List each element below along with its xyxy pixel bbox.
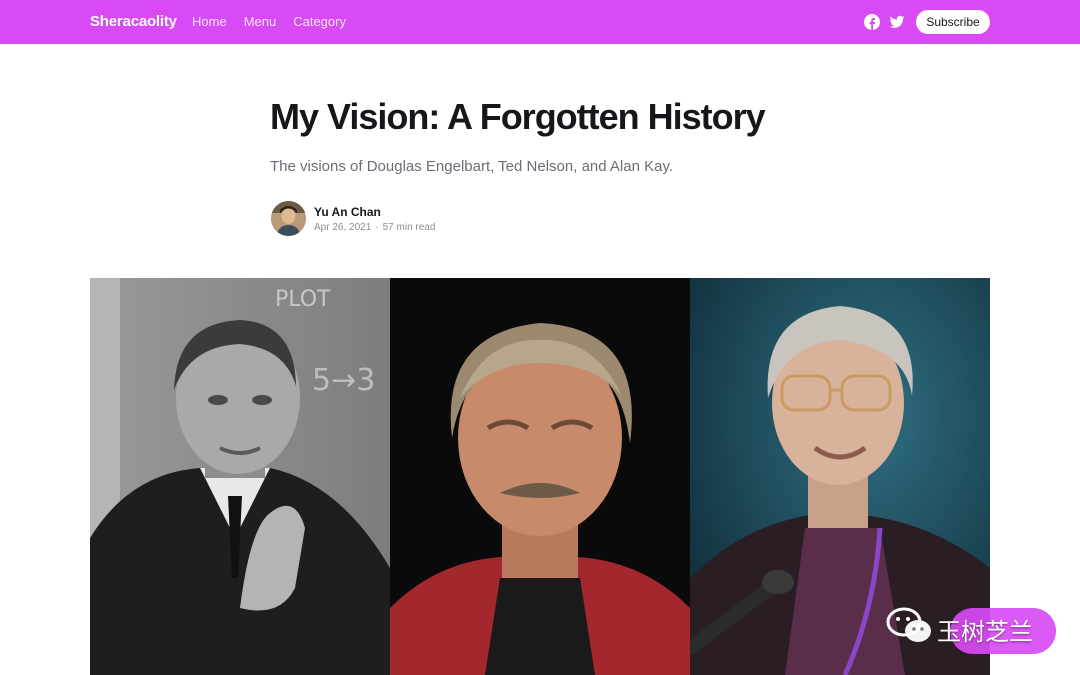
portrait-panel-2: [390, 278, 690, 675]
facebook-icon[interactable]: [864, 14, 880, 30]
publish-date: Apr 26, 2021: [314, 222, 372, 233]
nav-item-category[interactable]: Category: [293, 14, 346, 29]
svg-text:PLOT: PLOT: [275, 287, 331, 312]
wechat-icon: [886, 607, 931, 642]
portrait-panel-1: PLOT 5→3: [90, 278, 390, 675]
watermark-text: 玉树芝兰: [937, 618, 1033, 646]
article-title: My Vision: A Forgotten History: [270, 96, 766, 137]
feature-image: PLOT 5→3: [90, 278, 990, 675]
author-avatar[interactable]: [271, 201, 306, 236]
nav-item-menu[interactable]: Menu: [244, 14, 277, 29]
site-brand[interactable]: Sheracaolity: [90, 13, 177, 30]
article-subtitle: The visions of Douglas Engelbart, Ted Ne…: [270, 158, 674, 175]
main-nav: Home Menu Category: [192, 14, 346, 29]
nav-item-home[interactable]: Home: [192, 14, 227, 29]
read-time: 57 min read: [382, 222, 436, 233]
svg-text:5→3: 5→3: [312, 363, 375, 398]
author-name[interactable]: Yu An Chan: [314, 205, 381, 219]
twitter-icon[interactable]: [889, 14, 905, 30]
meta-separator: ·: [375, 222, 379, 233]
top-navigation-bar: Sheracaolity Home Menu Category Subscrib…: [0, 0, 1080, 44]
article-meta: Apr 26, 2021 · 57 min read: [314, 222, 435, 233]
subscribe-button[interactable]: Subscribe: [916, 10, 990, 34]
